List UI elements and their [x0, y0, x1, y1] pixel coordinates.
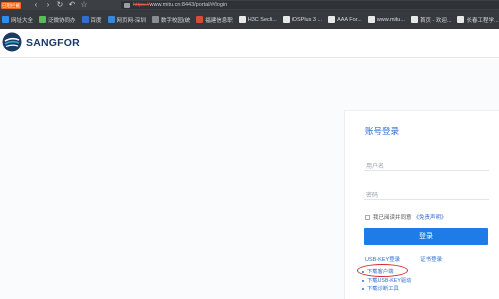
- bookmark-item[interactable]: 福建信息职: [196, 16, 233, 24]
- address-bar[interactable]: https://www.mitu.cn:8443/portal/#/login: [121, 1, 499, 9]
- url-protocol: https://: [133, 2, 150, 8]
- disclaimer-link[interactable]: 《免责声明》: [414, 213, 447, 221]
- bookmark-label: iDSPlus 3 ...: [291, 16, 323, 23]
- star-icon[interactable]: ☆: [78, 0, 90, 10]
- bookmark-label: AAA For...: [337, 16, 362, 23]
- bookmark-item[interactable]: 泛微协同办: [39, 16, 76, 24]
- bookmark-icon: [39, 16, 47, 23]
- bullet-icon: [362, 279, 364, 282]
- blocked-badge[interactable]: 已阻拦截: [1, 1, 21, 9]
- sangfor-logo-icon: [2, 32, 22, 52]
- usb-key-login-link[interactable]: USB-KEY登录: [365, 255, 400, 263]
- bookmark-label: 网页网-深圳: [116, 17, 146, 24]
- address-text: https://www.mitu.cn:8443/portal/#/login: [133, 2, 227, 8]
- reload-icon[interactable]: ↻: [54, 0, 66, 10]
- bookmark-icon: [151, 16, 159, 23]
- password-field: [364, 184, 489, 204]
- alt-login-row: USB-KEY登录 证书登录: [365, 255, 442, 263]
- bookmark-icon: [81, 16, 89, 23]
- bookmark-label: 网址大全: [11, 17, 34, 24]
- highlight-circle: [357, 264, 408, 277]
- agreement-row: 我已阅读并同意 《免责声明》: [365, 213, 447, 221]
- agree-checkbox[interactable]: [365, 214, 370, 220]
- bookmark-item[interactable]: 首页 - 欢迎...: [410, 16, 452, 24]
- download-diagnostic-link[interactable]: 下载诊断工具: [362, 285, 411, 294]
- bookmark-item[interactable]: 数字校园(统: [151, 16, 191, 24]
- bookmark-label: www.mitu...: [376, 16, 405, 23]
- bookmark-label: 数字校园(统: [160, 17, 191, 24]
- agree-label: 我已阅读并同意: [373, 215, 412, 221]
- bookmark-label: 首页 - 欢迎...: [419, 17, 452, 24]
- bookmark-item[interactable]: www.mitu...: [367, 16, 405, 23]
- bookmark-icon: [367, 16, 375, 23]
- brand-name: SANGFOR: [26, 37, 80, 49]
- login-title: 账号登录: [365, 126, 400, 136]
- url-path: www.mitu.cn:8443/portal/#/login: [149, 2, 228, 8]
- bookmark-icon: [410, 16, 418, 23]
- bookmark-label: 福建信息职: [205, 17, 233, 24]
- bookmark-icon: [457, 16, 465, 23]
- cert-login-link[interactable]: 证书登录: [420, 255, 442, 263]
- bookmark-label: H3C Secli...: [247, 16, 277, 23]
- back-icon[interactable]: ‹: [30, 0, 42, 10]
- bookmark-item[interactable]: H3C Secli...: [238, 16, 277, 23]
- bookmark-icon: [2, 16, 9, 23]
- username-input[interactable]: [364, 159, 489, 175]
- bookmark-label: 百度: [90, 17, 102, 24]
- bookmark-label: 泛微协同办: [48, 17, 76, 24]
- download-label: 下载USB-KEY驱动: [367, 277, 412, 284]
- bookmarks-bar: 网址大全 泛微协同办 百度 网页网-深圳 数字校园(统 福建信息职 H3C Secli...…: [0, 10, 499, 29]
- bookmark-icon: [196, 16, 204, 23]
- bookmark-label: 长春工程学...: [466, 17, 499, 24]
- forward-icon[interactable]: ›: [42, 0, 54, 10]
- bookmark-item[interactable]: AAA For...: [328, 16, 362, 23]
- download-usb-driver-link[interactable]: 下载USB-KEY驱动: [362, 277, 411, 286]
- bookmark-icon: [282, 16, 290, 23]
- lock-icon: [124, 2, 130, 8]
- bookmark-item[interactable]: 网页网-深圳: [107, 16, 146, 24]
- undo-icon[interactable]: ↶: [66, 0, 78, 10]
- login-button[interactable]: 登录: [364, 228, 488, 245]
- page-header: SANGFOR: [0, 29, 499, 58]
- browser-toolbar: 已阻拦截 ‹ › ↻ ↶ ☆ https://www.mitu.cn:8443/…: [0, 0, 499, 10]
- download-label: 下载诊断工具: [367, 286, 399, 293]
- bookmark-icon: [238, 16, 246, 23]
- bookmark-icon: [107, 16, 115, 23]
- bookmark-icon: [328, 16, 336, 23]
- bullet-icon: [362, 288, 364, 291]
- username-field: [364, 155, 489, 175]
- bookmark-item[interactable]: 网址大全: [2, 16, 33, 24]
- bookmark-item[interactable]: 百度: [81, 16, 102, 24]
- password-input[interactable]: [364, 188, 489, 204]
- bookmark-item[interactable]: iDSPlus 3 ...: [282, 16, 323, 23]
- bookmark-item[interactable]: 长春工程学...: [457, 16, 499, 24]
